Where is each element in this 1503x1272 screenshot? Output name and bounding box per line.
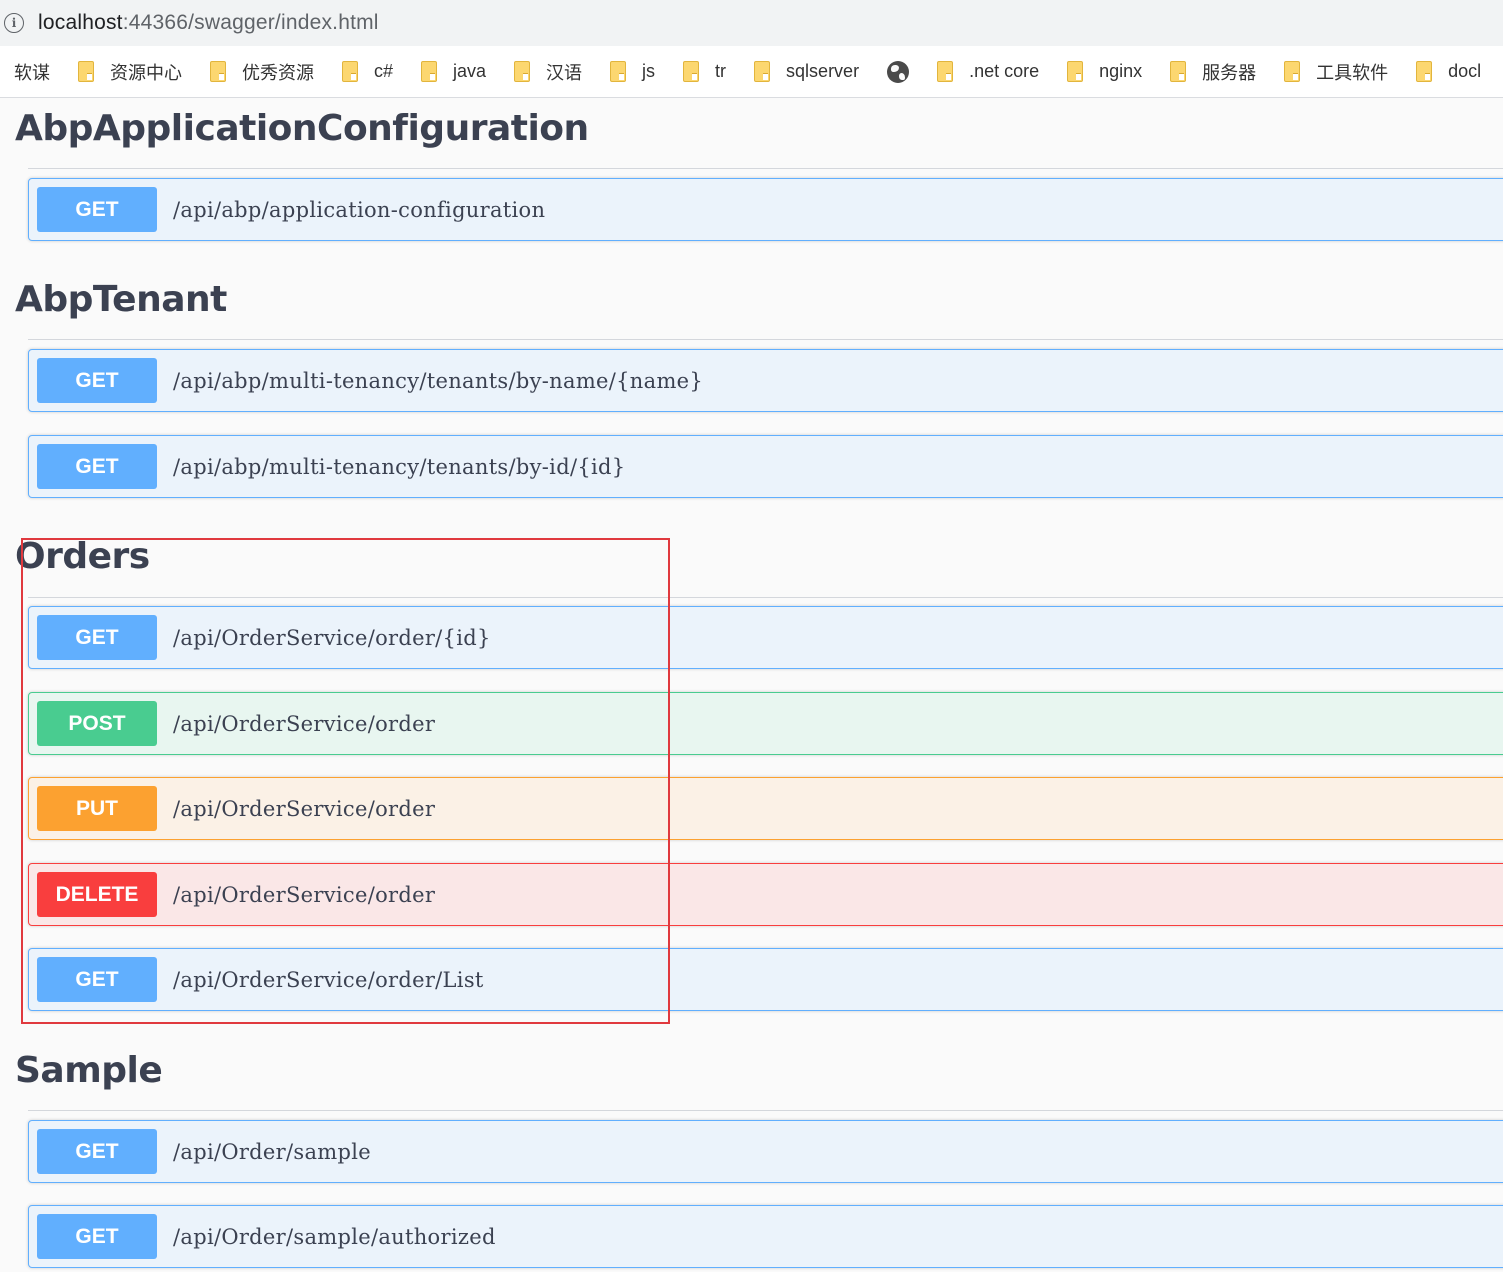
operation-path: /api/abp/multi-tenancy/tenants/by-name/{…: [173, 368, 704, 393]
bookmark-label: 资源中心: [110, 62, 182, 83]
bookmark-folder[interactable]: 工具软件: [1284, 59, 1388, 85]
address-bar[interactable]: i localhost:44366/swagger/index.html: [0, 0, 1503, 46]
bookmark-folder[interactable]: 资源中心: [78, 59, 182, 85]
section-title-sample[interactable]: Sample: [15, 1050, 163, 1091]
method-badge: GET: [37, 187, 157, 232]
section-title-abp-tenant[interactable]: AbpTenant: [15, 279, 227, 320]
folder-icon: [342, 61, 358, 82]
bookmark-folder[interactable]: c#: [342, 61, 393, 82]
operation-path: /api/OrderService/order: [173, 882, 436, 907]
operation-path: /api/Order/sample/authorized: [173, 1224, 496, 1249]
bookmark-label: 软谋: [14, 62, 50, 83]
folder-icon: [1170, 61, 1187, 82]
folder-icon: [683, 61, 700, 82]
bookmark-globe[interactable]: [887, 60, 910, 83]
folder-icon: [421, 61, 438, 82]
bookmark-label: 服务器: [1202, 62, 1257, 83]
folder-icon: [1416, 61, 1433, 82]
operation-put-order[interactable]: PUT /api/OrderService/order: [28, 777, 1503, 840]
operation-path: /api/Order/sample: [173, 1139, 371, 1164]
method-badge: DELETE: [37, 872, 157, 917]
method-badge: GET: [37, 1129, 157, 1174]
folder-icon: [610, 61, 627, 82]
folder-icon: [78, 61, 94, 82]
section-divider: [28, 339, 1503, 340]
operation-delete-order[interactable]: DELETE /api/OrderService/order: [28, 863, 1503, 926]
operation-path: /api/OrderService/order/{id}: [173, 625, 491, 650]
bookmark-folder[interactable]: sqlserver: [754, 61, 859, 82]
operation-post-order[interactable]: POST /api/OrderService/order: [28, 692, 1503, 755]
method-badge: POST: [37, 701, 157, 746]
globe-icon: [887, 60, 910, 83]
method-badge: GET: [37, 1214, 157, 1259]
operation-get-tenant-by-name[interactable]: GET /api/abp/multi-tenancy/tenants/by-na…: [28, 349, 1503, 412]
bookmark-folder[interactable]: docl: [1416, 61, 1481, 82]
folder-icon: [754, 61, 771, 82]
info-icon[interactable]: i: [4, 13, 24, 33]
bookmark-folder[interactable]: 汉语: [514, 59, 582, 85]
method-badge: GET: [37, 358, 157, 403]
url-field[interactable]: localhost:44366/swagger/index.html: [38, 11, 379, 35]
bookmark-label: js: [642, 61, 656, 81]
operation-get-application-configuration[interactable]: GET /api/abp/application-configuration: [28, 178, 1503, 241]
bookmark-folder[interactable]: nginx: [1067, 61, 1142, 82]
section-divider: [28, 597, 1503, 598]
method-badge: GET: [37, 444, 157, 489]
section-title-abp-application-configuration[interactable]: AbpApplicationConfiguration: [15, 108, 589, 149]
bookmark-label: docl: [1448, 61, 1482, 81]
operation-get-tenant-by-id[interactable]: GET /api/abp/multi-tenancy/tenants/by-id…: [28, 435, 1503, 498]
method-badge: GET: [37, 957, 157, 1002]
operation-path: /api/OrderService/order: [173, 796, 436, 821]
bookmark-label: .net core: [969, 61, 1040, 81]
folder-icon: [1067, 61, 1084, 82]
method-badge: PUT: [37, 786, 157, 831]
operation-path: /api/OrderService/order: [173, 711, 436, 736]
bookmark-label: 汉语: [546, 62, 583, 83]
folder-icon: [1284, 61, 1301, 82]
bookmark-folder[interactable]: java: [421, 61, 486, 82]
url-path: :44366/swagger/index.html: [122, 11, 379, 34]
section-title-orders[interactable]: Orders: [15, 536, 150, 577]
bookmark-label: tr: [715, 61, 727, 81]
method-badge: GET: [37, 615, 157, 660]
bookmark-label: nginx: [1099, 61, 1143, 81]
folder-icon: [937, 61, 954, 82]
bookmark-folder[interactable]: tr: [683, 61, 726, 82]
operation-path: /api/abp/application-configuration: [173, 197, 546, 222]
operation-get-sample[interactable]: GET /api/Order/sample: [28, 1120, 1503, 1183]
bookmark-folder[interactable]: js: [610, 61, 655, 82]
bookmarks-bar: 软谋 资源中心 优秀资源 c# java 汉语 js tr sqlserver …: [0, 46, 1503, 98]
url-host: localhost: [38, 11, 123, 34]
operation-get-order-by-id[interactable]: GET /api/OrderService/order/{id}: [28, 606, 1503, 669]
bookmark-folder[interactable]: .net core: [937, 61, 1039, 82]
bookmark-label: 工具软件: [1316, 62, 1389, 83]
operation-path: /api/OrderService/order/List: [173, 967, 484, 992]
operation-get-order-list[interactable]: GET /api/OrderService/order/List: [28, 948, 1503, 1011]
section-divider: [28, 1110, 1503, 1111]
operation-path: /api/abp/multi-tenancy/tenants/by-id/{id…: [173, 454, 626, 479]
bookmark-label: java: [453, 61, 487, 81]
bookmark-folder[interactable]: 优秀资源: [210, 59, 314, 85]
folder-icon: [514, 61, 531, 82]
bookmark-label: 优秀资源: [242, 62, 314, 83]
bookmark-label: c#: [374, 61, 394, 81]
bookmark-folder[interactable]: 服务器: [1170, 59, 1256, 85]
operation-get-sample-authorized[interactable]: GET /api/Order/sample/authorized: [28, 1205, 1503, 1268]
bookmark-label: sqlserver: [786, 61, 860, 81]
folder-icon: [210, 61, 226, 82]
section-divider: [28, 168, 1503, 169]
bookmark-item[interactable]: 软谋: [14, 59, 50, 85]
